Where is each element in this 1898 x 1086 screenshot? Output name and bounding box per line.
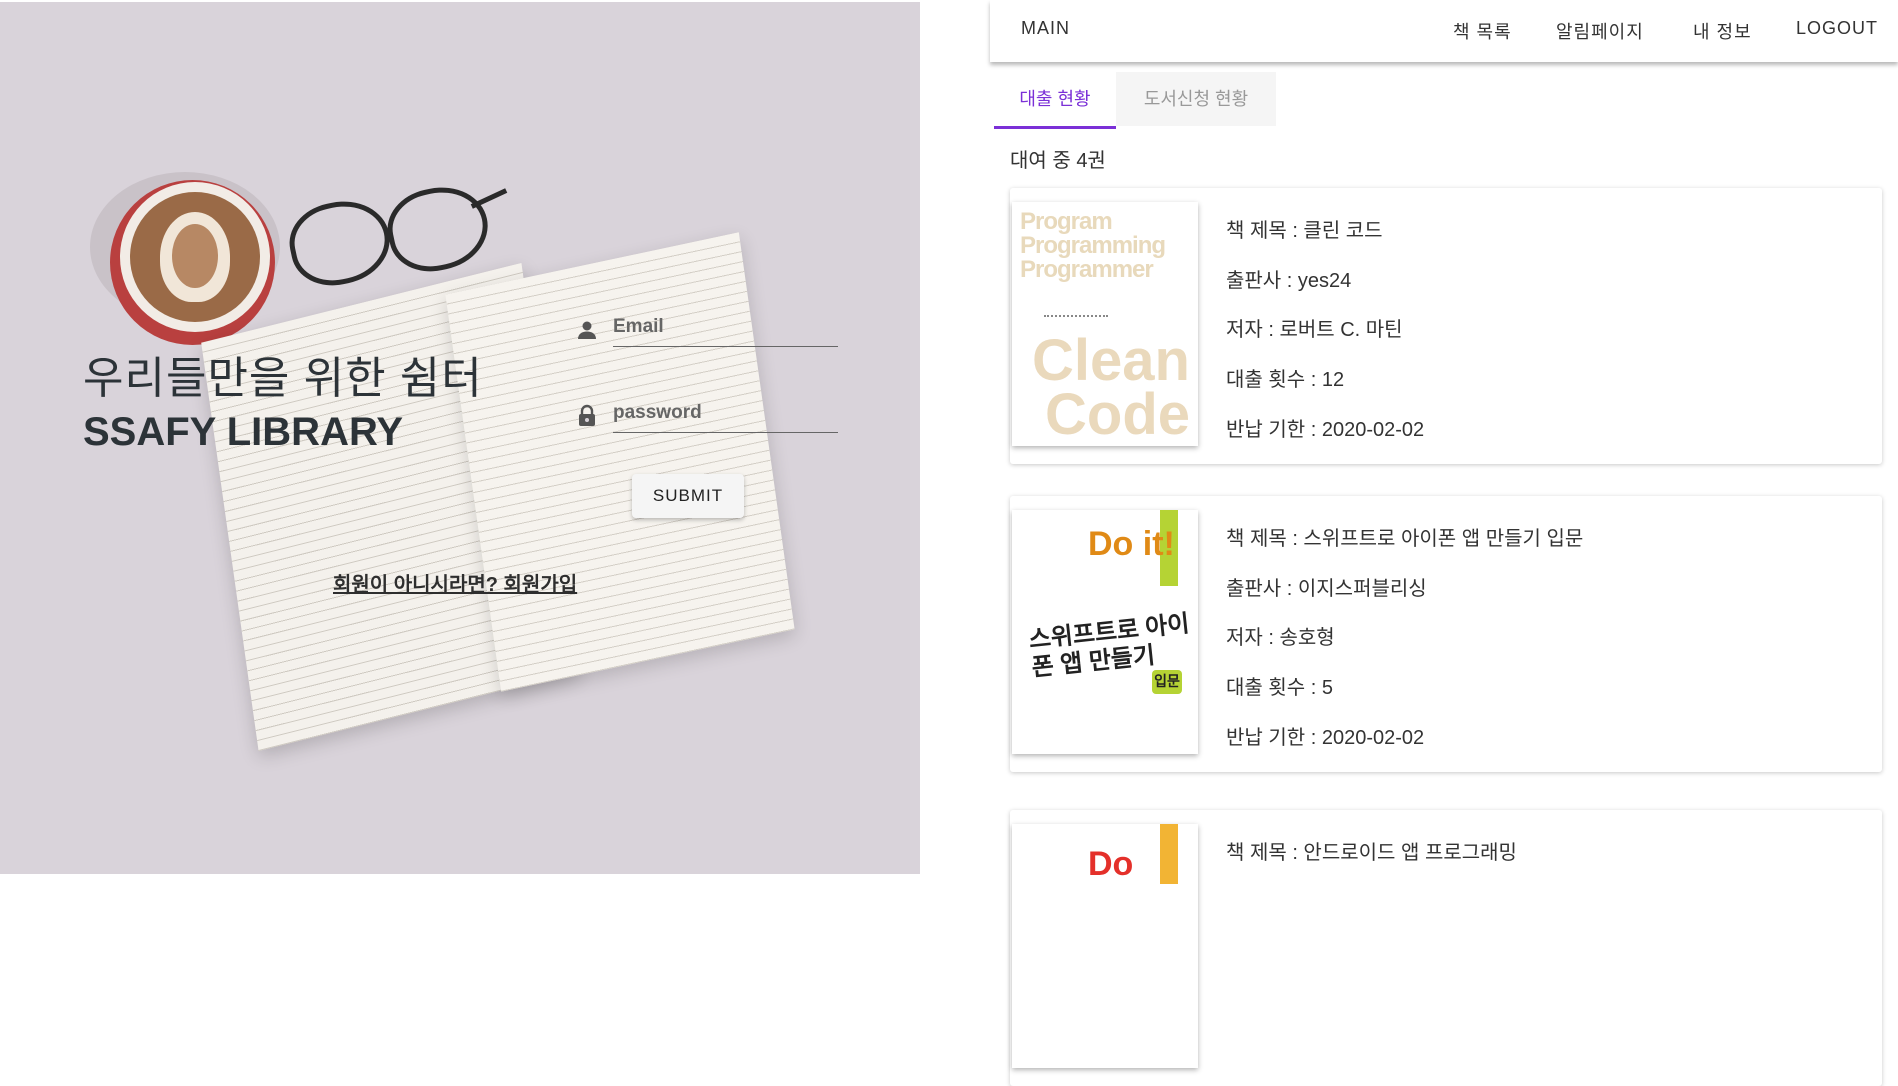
cover-badge: 입문 — [1152, 670, 1182, 694]
submit-button[interactable]: SUBMIT — [632, 474, 744, 518]
signup-link[interactable]: 회원이 아니시라면? 회원가입 — [333, 568, 577, 597]
book-title: 책 제목 : 안드로이드 앱 프로그래밍 — [1226, 842, 1517, 864]
hero-title: 우리들만을 위한 쉼터 — [83, 354, 483, 403]
cover-title: Clean Code — [1032, 328, 1190, 446]
cover-text: Program Programming Programmer — [1020, 208, 1166, 283]
book-cover-image: Do it! 스위프트로 아이폰 앱 만들기 입문 — [1012, 510, 1198, 754]
book-publisher: 출판사 : 이지스퍼블리싱 — [1226, 578, 1427, 600]
book-cover-image: Program Programming Programmer Clean Cod… — [1012, 202, 1198, 446]
book-title: 책 제목 : 스위프트로 아이폰 앱 만들기 입문 — [1226, 528, 1584, 550]
person-icon — [575, 318, 599, 342]
login-panel: 우리들만을 위한 쉼터 SSAFY LIBRARY SUBMIT 회원이 아니시… — [0, 2, 920, 874]
glasses-arm — [470, 188, 508, 209]
glasses-lens-left — [282, 192, 398, 294]
book-page-right — [445, 232, 795, 692]
lock-icon — [575, 404, 599, 428]
book-author: 저자 : 로버트 C. 마틴 — [1226, 319, 1403, 341]
nav-main[interactable]: MAIN — [1021, 18, 1070, 39]
nav-my-info[interactable]: 내 정보 — [1693, 18, 1752, 44]
content-panel: MAIN 책 목록 알림페이지 내 정보 LOGOUT 대출 현황 도서신청 현… — [990, 0, 1898, 1086]
cover-decoration — [1044, 307, 1108, 317]
book-publisher: 출판사 : yes24 — [1226, 270, 1352, 292]
password-input[interactable] — [613, 394, 838, 433]
cover-doit: Do — [1088, 845, 1134, 883]
book-card[interactable]: Do 책 제목 : 안드로이드 앱 프로그래밍 — [1010, 810, 1882, 1086]
book-author: 저자 : 송호형 — [1226, 627, 1335, 649]
email-input[interactable] — [613, 308, 838, 347]
book-loan-count: 대출 횟수 : 5 — [1226, 677, 1333, 699]
latte-art-inner-decoration — [172, 224, 218, 288]
book-loan-count: 대출 횟수 : 12 — [1226, 369, 1345, 391]
hero-subtitle: SSAFY LIBRARY — [83, 410, 404, 454]
book-cover-image: Do — [1012, 824, 1198, 1068]
tab-rental-status[interactable]: 대출 현황 — [994, 72, 1116, 129]
password-field — [575, 394, 840, 438]
email-field — [575, 308, 840, 352]
nav-book-list[interactable]: 책 목록 — [1453, 18, 1512, 44]
book-card[interactable]: Do it! 스위프트로 아이폰 앱 만들기 입문 책 제목 : 스위프트로 아… — [1010, 496, 1882, 772]
book-title: 책 제목 : 클린 코드 — [1226, 220, 1383, 242]
cover-band — [1160, 824, 1178, 884]
book-card[interactable]: Program Programming Programmer Clean Cod… — [1010, 188, 1882, 464]
tab-request-status[interactable]: 도서신청 현황 — [1116, 72, 1276, 126]
top-nav-bar: MAIN 책 목록 알림페이지 내 정보 LOGOUT — [990, 0, 1898, 62]
book-due-date: 반납 기한 : 2020-02-02 — [1226, 727, 1425, 749]
nav-notifications[interactable]: 알림페이지 — [1556, 18, 1644, 44]
glasses-lens-right — [380, 178, 496, 280]
book-due-date: 반납 기한 : 2020-02-02 — [1226, 419, 1425, 441]
rental-count: 대여 중 4권 — [1010, 150, 1106, 172]
nav-logout[interactable]: LOGOUT — [1796, 18, 1878, 39]
cover-doit: Do it! — [1088, 525, 1175, 563]
